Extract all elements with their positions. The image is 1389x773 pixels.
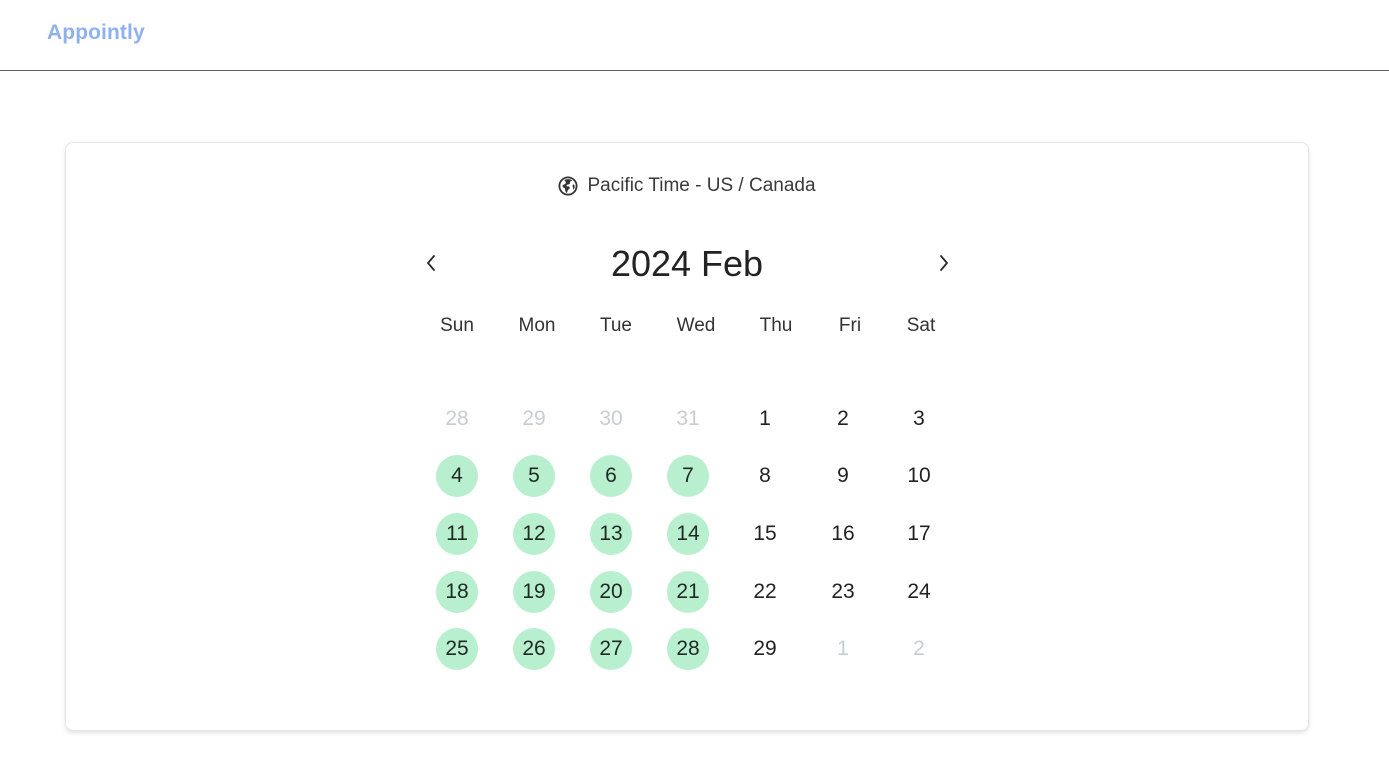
day-outside-month: 30 [599,407,623,430]
brand-logo[interactable]: Appointly [47,21,145,45]
day-available[interactable]: 20 [590,571,632,613]
timezone-selector[interactable]: Pacific Time - US / Canada [558,175,816,197]
day-cell: 17 [907,522,931,545]
day-outside-month: 28 [445,407,469,430]
day-cell: 2 [837,407,849,430]
day-cell: 23 [831,580,855,603]
chevron-right-icon [937,252,951,279]
day-cell: 24 [907,580,931,603]
timezone-row: Pacific Time - US / Canada [66,175,1308,202]
weekday-label: Tue [599,315,633,336]
day-available[interactable]: 27 [590,628,632,670]
day-cell: 1 [759,407,771,430]
day-available[interactable]: 14 [667,513,709,555]
calendar-card: Pacific Time - US / Canada 2024 Feb Sun M… [65,142,1309,731]
day-available[interactable]: 13 [590,513,632,555]
weekday-label: Thu [759,315,793,336]
day-available[interactable]: 11 [436,513,478,555]
day-cell: 22 [753,580,777,603]
day-cell: 8 [759,464,771,487]
day-available[interactable]: 21 [667,571,709,613]
weekday-label: Wed [676,315,716,336]
day-available[interactable]: 28 [667,628,709,670]
day-available[interactable]: 6 [590,455,632,497]
day-available[interactable]: 19 [513,571,555,613]
day-available[interactable]: 7 [667,455,709,497]
day-cell: 16 [831,522,855,545]
weekday-label: Mon [518,315,556,336]
timezone-label: Pacific Time - US / Canada [587,175,816,196]
day-outside-month: 31 [676,407,700,430]
day-available[interactable]: 26 [513,628,555,670]
day-cell: 3 [913,407,925,430]
weekday-label: Fri [838,315,862,336]
day-outside-month: 1 [837,637,849,660]
weekday-label: Sun [440,315,474,336]
day-available[interactable]: 12 [513,513,555,555]
day-available[interactable]: 25 [436,628,478,670]
next-month-button[interactable] [929,250,959,280]
month-title: 2024 Feb [610,243,764,284]
weekday-label: Sat [906,315,936,336]
day-cell: 9 [837,464,849,487]
day-cell: 29 [753,637,777,660]
day-cell: 15 [753,522,777,545]
day-cell: 10 [907,464,931,487]
day-available[interactable]: 4 [436,455,478,497]
day-outside-month: 2 [913,637,925,660]
day-available[interactable]: 5 [513,455,555,497]
top-bar: Appointly [0,0,1389,71]
day-available[interactable]: 18 [436,571,478,613]
day-outside-month: 29 [522,407,546,430]
globe-icon [558,176,578,196]
